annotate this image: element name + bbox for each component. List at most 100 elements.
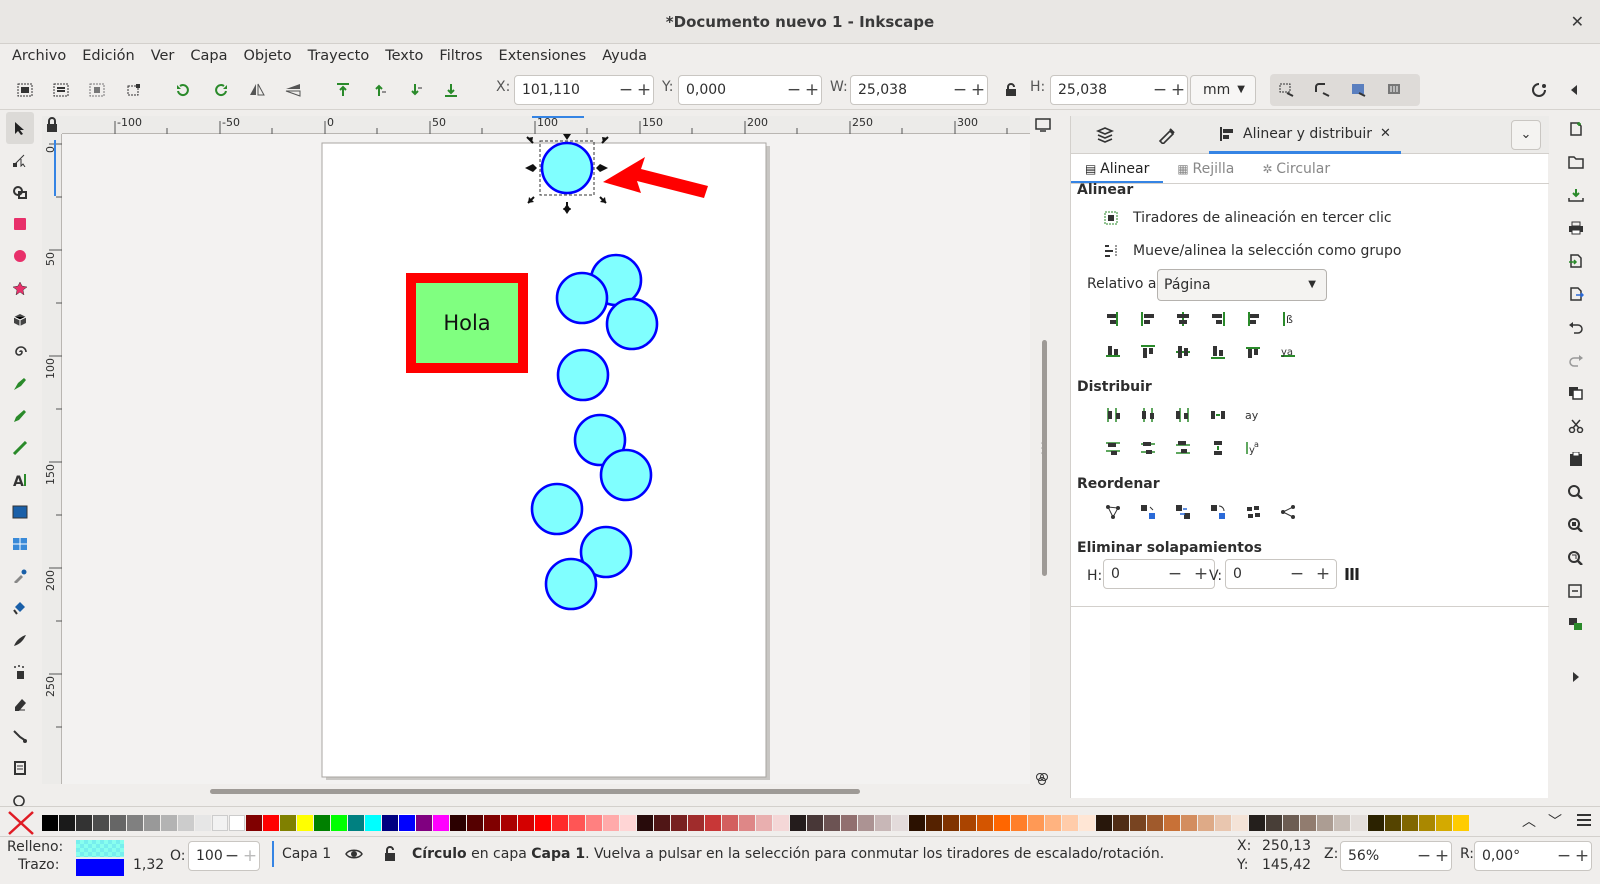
print-icon[interactable] [1556, 211, 1596, 244]
stroke-width[interactable]: 1,32 [133, 857, 164, 873]
palette-swatch[interactable] [705, 815, 721, 831]
palette-swatch[interactable] [1198, 815, 1214, 831]
palette-swatch[interactable] [1096, 815, 1112, 831]
center-on-horizontal-axis-icon[interactable] [1171, 341, 1195, 363]
palette-swatch[interactable] [1385, 815, 1401, 831]
zoom-drawing-icon[interactable] [1556, 508, 1596, 541]
raise-to-top-icon[interactable] [330, 77, 356, 103]
exchange-positions-icon[interactable] [1101, 501, 1125, 523]
palette-swatch[interactable] [977, 815, 993, 831]
no-paint-swatch-icon[interactable] [6, 809, 36, 835]
palette-swatch[interactable] [331, 815, 347, 831]
zoom-in-button[interactable]: + [1433, 846, 1451, 866]
distribute-right-edges-icon[interactable] [1171, 404, 1195, 426]
x-value[interactable]: 101,110 [515, 82, 617, 98]
palette-swatch[interactable] [552, 815, 568, 831]
palette-swatch[interactable] [1283, 815, 1299, 831]
palette-swatch[interactable] [722, 815, 738, 831]
spray-tool-icon[interactable] [6, 656, 34, 688]
stroke-indicator[interactable] [76, 859, 124, 876]
palette-swatch[interactable] [467, 815, 483, 831]
h-value[interactable]: 25,038 [1051, 82, 1151, 98]
opacity-spinbox[interactable]: 100 − + [188, 841, 260, 871]
menu-filtros[interactable]: Filtros [431, 44, 490, 70]
ellipse-tool-icon[interactable] [6, 240, 34, 272]
group-icon[interactable] [1556, 607, 1596, 640]
pencil-tool-icon[interactable] [6, 400, 34, 432]
palette-swatch[interactable] [501, 815, 517, 831]
overlap-h-value[interactable]: 0 [1104, 566, 1162, 582]
distribute-bottom-edges-icon[interactable] [1171, 437, 1195, 459]
mesh-tool-icon[interactable] [6, 528, 34, 560]
palette-swatch[interactable] [841, 815, 857, 831]
palette-swatch[interactable] [212, 815, 228, 831]
palette-swatch[interactable] [42, 815, 58, 831]
eraser-tool-icon[interactable] [6, 688, 34, 720]
palette-swatch[interactable] [739, 815, 755, 831]
x-decrement-button[interactable]: − [617, 80, 635, 100]
align-bottom-to-top-anchor-icon[interactable] [1101, 341, 1125, 363]
palette-swatch[interactable] [450, 815, 466, 831]
overlap-v-increment-button[interactable]: + [1310, 564, 1336, 584]
menu-archivo[interactable]: Archivo [4, 44, 74, 70]
circle-shape[interactable] [599, 448, 653, 502]
pen-tool-icon[interactable] [6, 368, 34, 400]
palette-swatch[interactable] [161, 815, 177, 831]
menu-capa[interactable]: Capa [182, 44, 235, 70]
drawing-canvas[interactable]: Hola [62, 134, 1030, 784]
palette-swatch[interactable] [807, 815, 823, 831]
menu-extensiones[interactable]: Extensiones [491, 44, 595, 70]
tweak-tool-icon[interactable] [6, 624, 34, 656]
palette-swatch[interactable] [314, 815, 330, 831]
palette-swatch[interactable] [59, 815, 75, 831]
h-spinbox[interactable]: 25,038 − + [1050, 75, 1188, 105]
palette-swatch[interactable] [790, 815, 806, 831]
y-increment-button[interactable]: + [803, 80, 821, 100]
layer-visibility-icon[interactable] [344, 845, 364, 863]
lock-ratio-icon[interactable] [998, 77, 1024, 103]
palette-swatch[interactable] [1402, 815, 1418, 831]
align-baselines-icon[interactable]: ya [1276, 341, 1300, 363]
palette-swatch[interactable] [1453, 815, 1469, 831]
copy-icon[interactable] [1556, 376, 1596, 409]
node-tool-icon[interactable] [6, 144, 34, 176]
palette-swatch[interactable] [1436, 815, 1452, 831]
palette-swatch[interactable] [773, 815, 789, 831]
redo-icon[interactable] [1556, 343, 1596, 376]
palette-swatch[interactable] [280, 815, 296, 831]
rotation-spinbox[interactable]: 0,00° − + [1474, 841, 1592, 871]
ruler-lock-icon[interactable] [42, 116, 62, 134]
palette-swatch[interactable] [127, 815, 143, 831]
distribute-gaps-h-icon[interactable] [1206, 404, 1230, 426]
palette-scroll-up-icon[interactable]: ︿ [1522, 811, 1542, 830]
palette-swatch[interactable] [518, 815, 534, 831]
exchange-selection-order-icon[interactable] [1136, 501, 1160, 523]
palette-swatch[interactable] [858, 815, 874, 831]
center-on-vertical-axis-icon[interactable] [1171, 308, 1195, 330]
opacity-increment-button[interactable]: + [241, 846, 259, 866]
rotate-cw-icon[interactable] [208, 77, 234, 103]
palette-swatch[interactable] [195, 815, 211, 831]
distribute-baselines-h-icon[interactable]: ay [1241, 404, 1265, 426]
distribute-centers-h-icon[interactable] [1136, 404, 1160, 426]
menu-ver[interactable]: Ver [143, 44, 183, 70]
export-icon[interactable] [1556, 277, 1596, 310]
palette-swatch[interactable] [416, 815, 432, 831]
palette-swatch[interactable] [569, 815, 585, 831]
exchange-stacking-order-icon[interactable] [1171, 501, 1195, 523]
w-value[interactable]: 25,038 [851, 82, 951, 98]
flip-horizontal-icon[interactable] [244, 77, 270, 103]
palette-swatch[interactable] [620, 815, 636, 831]
circle-shape[interactable] [605, 297, 659, 351]
new-document-icon[interactable] [1556, 112, 1596, 145]
color-manage-icon[interactable] [1032, 772, 1052, 786]
w-increment-button[interactable]: + [969, 80, 987, 100]
select-all-layers-icon[interactable] [48, 77, 74, 103]
palette-swatch[interactable] [535, 815, 551, 831]
palette-swatch[interactable] [76, 815, 92, 831]
palette-swatch[interactable] [178, 815, 194, 831]
gradient-tool-icon[interactable] [6, 496, 34, 528]
palette-swatch[interactable] [875, 815, 891, 831]
unit-select[interactable]: mm ▼ [1190, 75, 1256, 105]
align-left-to-right-anchor-icon[interactable] [1241, 308, 1265, 330]
